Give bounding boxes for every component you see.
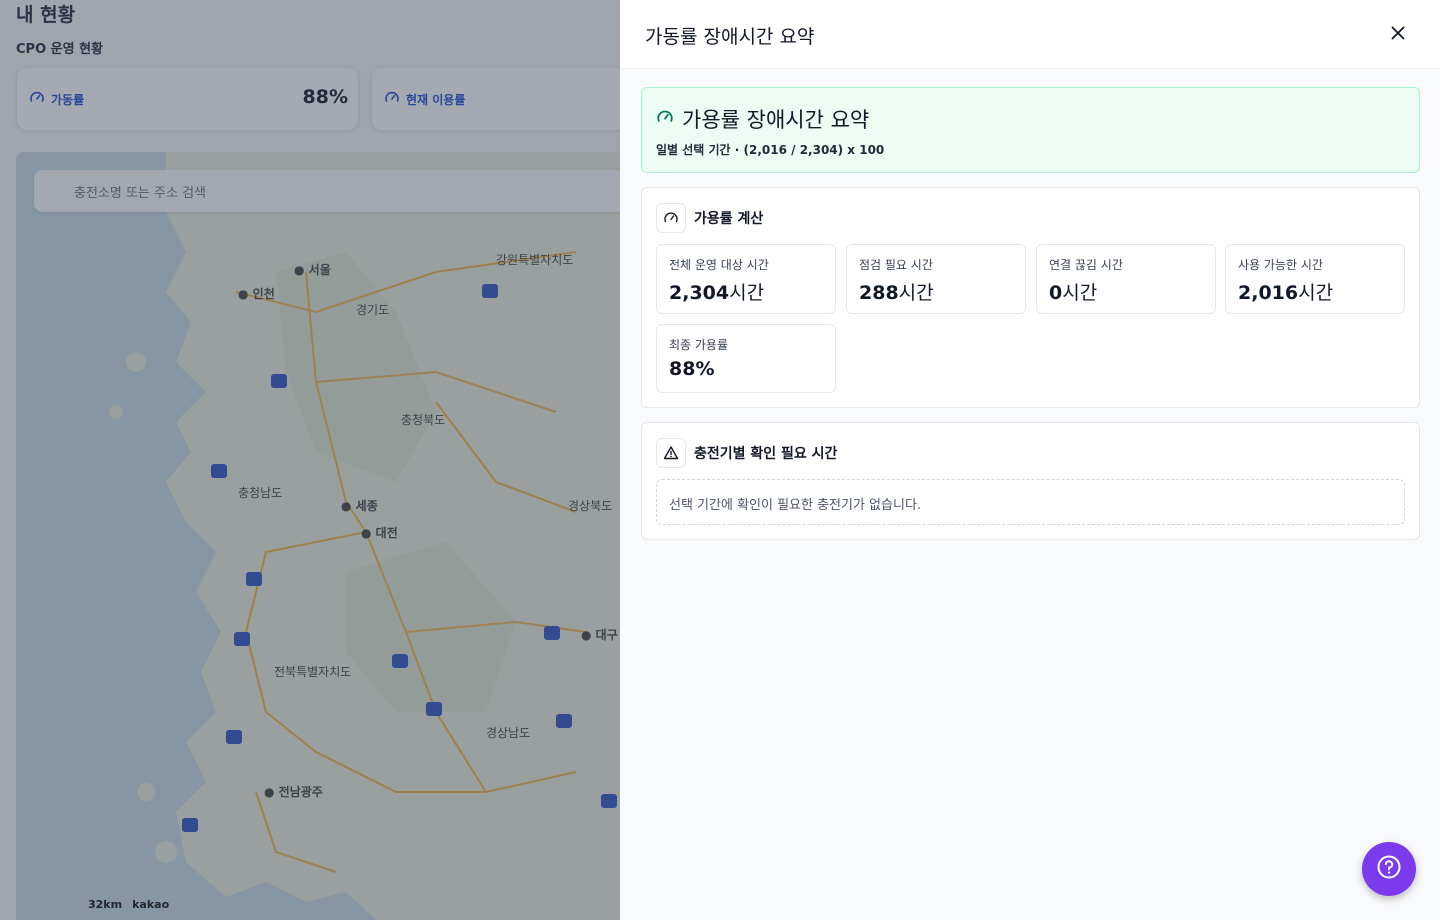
section-heading: 충전기별 확인 필요 시간 [694, 446, 838, 462]
metric-label: 사용 가능한 시간 [1238, 258, 1323, 272]
metric-label: 전체 운영 대상 시간 [669, 258, 769, 272]
metric-value: 88% [669, 358, 715, 380]
charger-check-section: 충전기별 확인 필요 시간 선택 기간에 확인이 필요한 충전기가 없습니다. [641, 422, 1420, 540]
metric-label: 점검 필요 시간 [859, 258, 933, 272]
empty-state-message: 선택 기간에 확인이 필요한 충전기가 없습니다. [656, 479, 1405, 525]
summary-formula: 일별 선택 기간 · (2,016 / 2,304) x 100 [656, 143, 885, 157]
metric-unit: 시간 [729, 282, 765, 304]
drawer-header: 가동률 장애시간 요약 [620, 0, 1440, 69]
metric-total-hours: 전체 운영 대상 시간 2,304시간 [656, 244, 836, 314]
metric-disconnect-hours: 연결 끊김 시간 0시간 [1036, 244, 1216, 314]
metric-value: 2,016 [1238, 282, 1299, 304]
warning-icon [656, 438, 686, 468]
metric-final-availability: 최종 가용률 88% [656, 324, 836, 393]
metric-value: 0 [1049, 282, 1063, 304]
summary-title: 가용률 장애시간 요약 [682, 108, 870, 132]
close-icon [1391, 25, 1405, 44]
metric-inspection-hours: 점검 필요 시간 288시간 [846, 244, 1026, 314]
summary-banner: 가용률 장애시간 요약 일별 선택 기간 · (2,016 / 2,304) x… [641, 87, 1420, 173]
metric-label: 연결 끊김 시간 [1049, 258, 1123, 272]
metric-value: 288 [859, 282, 899, 304]
metric-value: 2,304 [669, 282, 730, 304]
summary-drawer: 가동률 장애시간 요약 가용률 장애시간 요약 일별 선택 기간 · (2,01… [620, 0, 1440, 920]
close-button[interactable] [1386, 22, 1410, 46]
metric-label: 최종 가용률 [669, 338, 729, 352]
availability-calc-section: 가용률 계산 전체 운영 대상 시간 2,304시간 점검 필요 시간 288시… [641, 187, 1420, 408]
metric-unit: 시간 [898, 282, 934, 304]
gauge-icon [656, 107, 674, 131]
metric-available-hours: 사용 가능한 시간 2,016시간 [1225, 244, 1405, 314]
help-button[interactable] [1362, 842, 1416, 896]
help-icon [1376, 854, 1402, 884]
drawer-title: 가동률 장애시간 요약 [645, 26, 815, 48]
metric-unit: 시간 [1298, 282, 1334, 304]
modal-overlay[interactable] [0, 0, 620, 920]
gauge-icon [656, 203, 686, 233]
section-heading: 가용률 계산 [694, 211, 764, 227]
metric-unit: 시간 [1062, 282, 1098, 304]
